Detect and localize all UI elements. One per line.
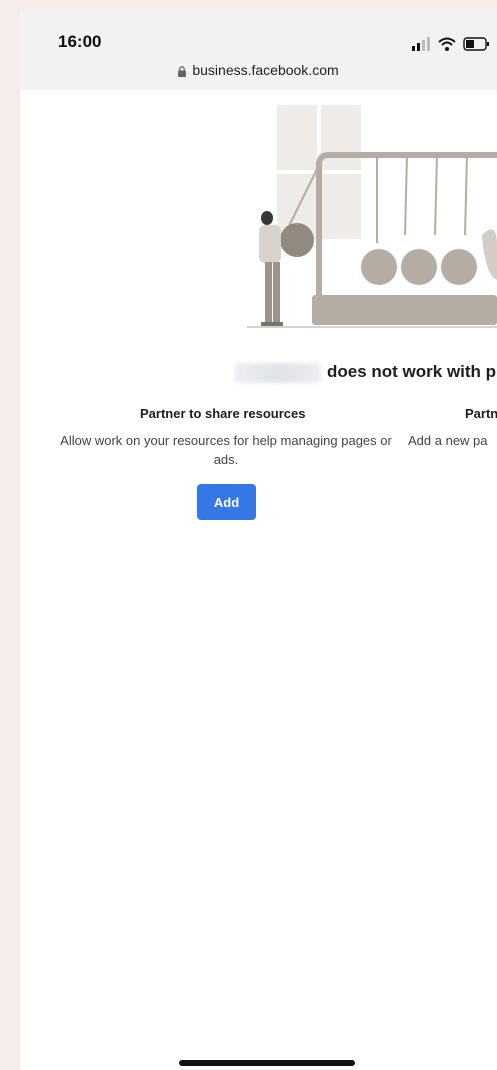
newtons-cradle-illustration [247,105,497,328]
share-resources-description: Allow work on your resources for help ma… [60,433,392,467]
page-heading: does not work with p [235,362,497,388]
heading-text: does not work with p [327,362,497,381]
blurred-business-name [235,362,321,383]
home-indicator[interactable] [179,1060,355,1066]
second-partner-title: Partn [465,406,497,421]
status-bar: 16:00 business.facebook.com [20,10,497,90]
address-bar[interactable]: business.facebook.com [20,62,497,78]
lock-icon [178,65,187,77]
phone-screen: 16:00 business.facebook.com does not wor… [20,10,497,1070]
share-resources-title: Partner to share resources [140,406,306,421]
second-partner-description: Add a new pa [408,433,488,448]
status-icons [412,36,497,52]
add-partner-button[interactable]: Add [197,484,256,520]
signal-icon [412,37,489,51]
status-time: 16:00 [58,32,102,51]
url-text: business.facebook.com [192,62,339,78]
